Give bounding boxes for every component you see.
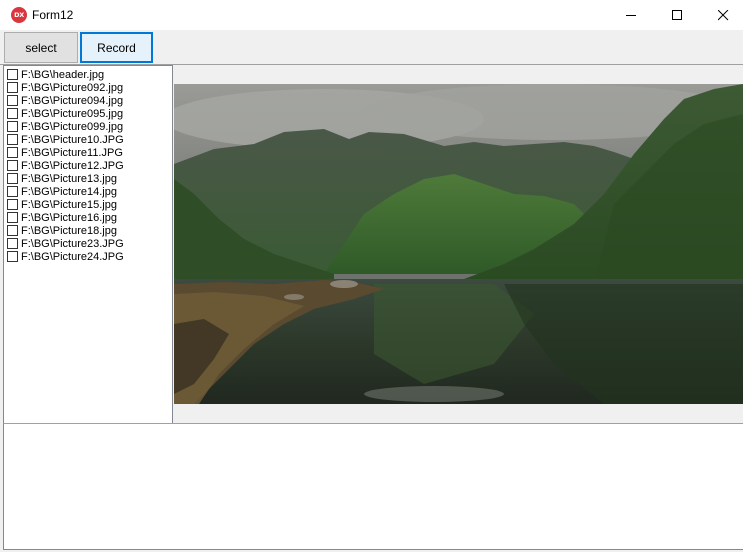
close-icon	[717, 9, 728, 20]
checkbox[interactable]	[7, 186, 18, 197]
list-item[interactable]: F:\BG\Picture23.JPG	[7, 237, 124, 250]
maximize-icon	[671, 9, 682, 20]
file-path: F:\BG\Picture095.jpg	[21, 107, 124, 120]
list-item[interactable]: F:\BG\Picture099.jpg	[7, 120, 123, 133]
checkbox[interactable]	[7, 147, 18, 158]
file-path: F:\BG\Picture094.jpg	[21, 94, 124, 107]
file-path: F:\BG\Picture099.jpg	[21, 120, 124, 133]
list-item[interactable]: F:\BG\Picture18.jpg	[7, 224, 117, 237]
list-item[interactable]: F:\BG\Picture10.JPG	[7, 133, 124, 146]
minimize-icon	[625, 14, 636, 16]
checkbox[interactable]	[7, 173, 18, 184]
file-path: F:\BG\header.jpg	[21, 68, 105, 81]
main-window: DX Form12 select Record F:\BG\header.jpg…	[0, 0, 743, 552]
file-checklist[interactable]: F:\BG\header.jpg F:\BG\Picture092.jpg F:…	[3, 65, 173, 424]
select-button[interactable]: select	[4, 32, 78, 63]
image-preview-panel	[173, 65, 743, 424]
checkbox[interactable]	[7, 160, 18, 171]
checkbox[interactable]	[7, 225, 18, 236]
checkbox[interactable]	[7, 95, 18, 106]
list-item[interactable]: F:\BG\Picture12.JPG	[7, 159, 124, 172]
file-path: F:\BG\Picture24.JPG	[21, 250, 124, 263]
list-item[interactable]: F:\BG\Picture13.jpg	[7, 172, 117, 185]
checkbox[interactable]	[7, 134, 18, 145]
maximize-button[interactable]	[654, 0, 700, 30]
list-item[interactable]: F:\BG\Picture095.jpg	[7, 107, 123, 120]
checkbox[interactable]	[7, 82, 18, 93]
checkbox[interactable]	[7, 108, 18, 119]
list-item[interactable]: F:\BG\Picture16.jpg	[7, 211, 117, 224]
window-title: Form12	[32, 8, 74, 22]
list-item[interactable]: F:\BG\header.jpg	[7, 68, 104, 81]
file-path: F:\BG\Picture15.jpg	[21, 198, 117, 211]
list-item[interactable]: F:\BG\Picture14.jpg	[7, 185, 117, 198]
list-item[interactable]: F:\BG\Picture094.jpg	[7, 94, 123, 107]
checkbox[interactable]	[7, 69, 18, 80]
file-path: F:\BG\Picture13.jpg	[21, 172, 117, 185]
checkbox[interactable]	[7, 121, 18, 132]
toolbar: select Record	[0, 30, 743, 65]
landscape-image	[174, 84, 743, 404]
list-item[interactable]: F:\BG\Picture11.JPG	[7, 146, 123, 159]
record-button[interactable]: Record	[80, 32, 153, 63]
checkbox[interactable]	[7, 251, 18, 262]
file-path: F:\BG\Picture11.JPG	[21, 146, 123, 159]
close-button[interactable]	[700, 0, 743, 30]
list-item[interactable]: F:\BG\Picture092.jpg	[7, 81, 123, 94]
file-path: F:\BG\Picture14.jpg	[21, 185, 117, 198]
checkbox[interactable]	[7, 199, 18, 210]
app-icon[interactable]: DX	[11, 7, 27, 23]
file-path: F:\BG\Picture23.JPG	[21, 237, 124, 250]
minimize-button[interactable]	[608, 0, 654, 30]
list-item[interactable]: F:\BG\Picture24.JPG	[7, 250, 124, 263]
file-path: F:\BG\Picture18.jpg	[21, 224, 117, 237]
list-item[interactable]: F:\BG\Picture15.jpg	[7, 198, 117, 211]
preview-image	[174, 84, 743, 404]
file-path: F:\BG\Picture16.jpg	[21, 211, 117, 224]
checkbox[interactable]	[7, 212, 18, 223]
bottom-panel	[3, 423, 743, 550]
title-bar[interactable]: DX Form12	[0, 0, 743, 30]
app-icon-text: DX	[14, 10, 24, 19]
file-path: F:\BG\Picture12.JPG	[21, 159, 124, 172]
file-path: F:\BG\Picture10.JPG	[21, 133, 124, 146]
checkbox[interactable]	[7, 238, 18, 249]
file-path: F:\BG\Picture092.jpg	[21, 81, 124, 94]
